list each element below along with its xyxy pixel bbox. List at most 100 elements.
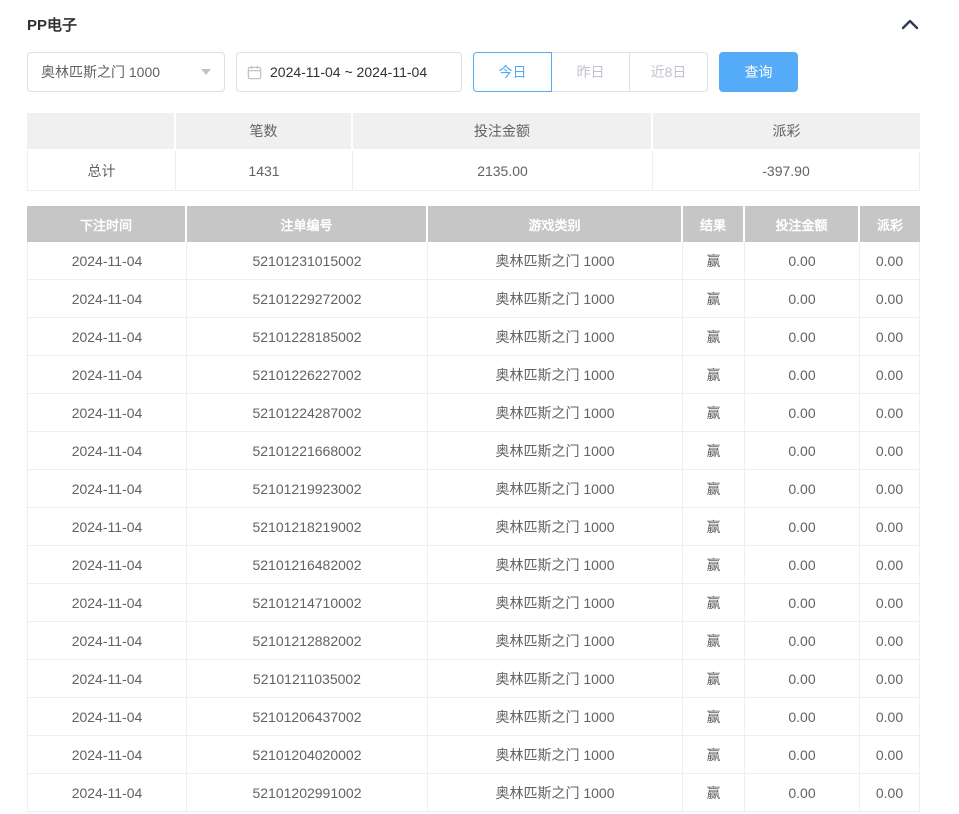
cell-bet-amount: 0.00 bbox=[745, 280, 860, 318]
table-row: 2024-11-04 52101202991002 奥林匹斯之门 1000 赢 … bbox=[27, 774, 920, 812]
header-bet-time: 下注时间 bbox=[27, 206, 187, 242]
cell-payout: 0.00 bbox=[860, 584, 920, 622]
summary-header-bet-amount: 投注金额 bbox=[353, 113, 653, 151]
cell-bet-time: 2024-11-04 bbox=[27, 432, 187, 470]
cell-game-category: 奥林匹斯之门 1000 bbox=[428, 470, 683, 508]
cell-bet-amount: 0.00 bbox=[745, 318, 860, 356]
cell-bet-time: 2024-11-04 bbox=[27, 546, 187, 584]
cell-game-category: 奥林匹斯之门 1000 bbox=[428, 356, 683, 394]
header-bet-amount: 投注金额 bbox=[745, 206, 860, 242]
today-button[interactable]: 今日 bbox=[473, 52, 552, 92]
cell-bet-time: 2024-11-04 bbox=[27, 508, 187, 546]
cell-bet-amount: 0.00 bbox=[745, 584, 860, 622]
cell-result: 赢 bbox=[683, 432, 745, 470]
cell-payout: 0.00 bbox=[860, 508, 920, 546]
cell-bet-amount: 0.00 bbox=[745, 774, 860, 812]
cell-order-no: 52101218219002 bbox=[187, 508, 428, 546]
cell-order-no: 52101228185002 bbox=[187, 318, 428, 356]
cell-order-no: 52101206437002 bbox=[187, 698, 428, 736]
cell-game-category: 奥林匹斯之门 1000 bbox=[428, 774, 683, 812]
calendar-icon bbox=[247, 65, 262, 80]
cell-game-category: 奥林匹斯之门 1000 bbox=[428, 394, 683, 432]
cell-result: 赢 bbox=[683, 242, 745, 280]
table-row: 2024-11-04 52101231015002 奥林匹斯之门 1000 赢 … bbox=[27, 242, 920, 280]
yesterday-button[interactable]: 昨日 bbox=[551, 52, 630, 92]
cell-game-category: 奥林匹斯之门 1000 bbox=[428, 736, 683, 774]
pp-electronic-panel: PP电子 奥林匹斯之门 1000 2024-11-04 ~ 2024-11-04… bbox=[0, 0, 959, 812]
table-row: 2024-11-04 52101211035002 奥林匹斯之门 1000 赢 … bbox=[27, 660, 920, 698]
header-result: 结果 bbox=[683, 206, 745, 242]
cell-payout: 0.00 bbox=[860, 356, 920, 394]
bet-records-table: 下注时间 注单编号 游戏类别 结果 投注金额 派彩 2024-11-04 521… bbox=[27, 206, 920, 812]
cell-order-no: 52101221668002 bbox=[187, 432, 428, 470]
cell-payout: 0.00 bbox=[860, 622, 920, 660]
cell-result: 赢 bbox=[683, 356, 745, 394]
summary-header-row: 笔数 投注金额 派彩 bbox=[27, 113, 920, 151]
cell-result: 赢 bbox=[683, 698, 745, 736]
cell-order-no: 52101204020002 bbox=[187, 736, 428, 774]
cell-payout: 0.00 bbox=[860, 698, 920, 736]
table-row: 2024-11-04 52101219923002 奥林匹斯之门 1000 赢 … bbox=[27, 470, 920, 508]
cell-order-no: 52101224287002 bbox=[187, 394, 428, 432]
cell-bet-time: 2024-11-04 bbox=[27, 470, 187, 508]
game-select[interactable]: 奥林匹斯之门 1000 bbox=[27, 52, 225, 92]
chevron-down-icon bbox=[201, 69, 211, 75]
cell-bet-amount: 0.00 bbox=[745, 432, 860, 470]
cell-payout: 0.00 bbox=[860, 736, 920, 774]
cell-payout: 0.00 bbox=[860, 774, 920, 812]
header-payout: 派彩 bbox=[860, 206, 920, 242]
summary-total-bet-amount: 2135.00 bbox=[353, 151, 653, 191]
summary-table: 笔数 投注金额 派彩 总计 1431 2135.00 -397.90 bbox=[27, 113, 920, 191]
cell-result: 赢 bbox=[683, 736, 745, 774]
cell-payout: 0.00 bbox=[860, 242, 920, 280]
table-row: 2024-11-04 52101214710002 奥林匹斯之门 1000 赢 … bbox=[27, 584, 920, 622]
table-header-row: 下注时间 注单编号 游戏类别 结果 投注金额 派彩 bbox=[27, 206, 920, 242]
cell-order-no: 52101226227002 bbox=[187, 356, 428, 394]
cell-payout: 0.00 bbox=[860, 394, 920, 432]
cell-result: 赢 bbox=[683, 546, 745, 584]
cell-result: 赢 bbox=[683, 470, 745, 508]
cell-order-no: 52101219923002 bbox=[187, 470, 428, 508]
last-8-days-button[interactable]: 近8日 bbox=[629, 52, 708, 92]
cell-game-category: 奥林匹斯之门 1000 bbox=[428, 280, 683, 318]
cell-bet-time: 2024-11-04 bbox=[27, 774, 187, 812]
cell-payout: 0.00 bbox=[860, 432, 920, 470]
cell-payout: 0.00 bbox=[860, 318, 920, 356]
chevron-up-icon bbox=[900, 19, 920, 34]
cell-result: 赢 bbox=[683, 508, 745, 546]
panel-header: PP电子 bbox=[27, 13, 920, 35]
cell-bet-time: 2024-11-04 bbox=[27, 584, 187, 622]
cell-game-category: 奥林匹斯之门 1000 bbox=[428, 508, 683, 546]
cell-result: 赢 bbox=[683, 622, 745, 660]
page-title: PP电子 bbox=[27, 14, 77, 35]
cell-order-no: 52101214710002 bbox=[187, 584, 428, 622]
cell-bet-time: 2024-11-04 bbox=[27, 622, 187, 660]
cell-bet-amount: 0.00 bbox=[745, 660, 860, 698]
cell-order-no: 52101231015002 bbox=[187, 242, 428, 280]
filter-bar: 奥林匹斯之门 1000 2024-11-04 ~ 2024-11-04 今日 昨… bbox=[27, 52, 920, 92]
cell-bet-amount: 0.00 bbox=[745, 356, 860, 394]
collapse-button[interactable] bbox=[900, 17, 920, 31]
cell-payout: 0.00 bbox=[860, 470, 920, 508]
header-order-no: 注单编号 bbox=[187, 206, 428, 242]
cell-bet-time: 2024-11-04 bbox=[27, 736, 187, 774]
cell-result: 赢 bbox=[683, 774, 745, 812]
query-button[interactable]: 查询 bbox=[719, 52, 798, 92]
summary-total-row: 总计 1431 2135.00 -397.90 bbox=[27, 151, 920, 191]
table-row: 2024-11-04 52101229272002 奥林匹斯之门 1000 赢 … bbox=[27, 280, 920, 318]
cell-game-category: 奥林匹斯之门 1000 bbox=[428, 242, 683, 280]
table-row: 2024-11-04 52101216482002 奥林匹斯之门 1000 赢 … bbox=[27, 546, 920, 584]
table-row: 2024-11-04 52101224287002 奥林匹斯之门 1000 赢 … bbox=[27, 394, 920, 432]
cell-bet-amount: 0.00 bbox=[745, 736, 860, 774]
cell-order-no: 52101202991002 bbox=[187, 774, 428, 812]
summary-header-empty bbox=[27, 113, 176, 151]
game-select-value: 奥林匹斯之门 1000 bbox=[41, 62, 160, 82]
summary-total-label: 总计 bbox=[27, 151, 176, 191]
cell-bet-amount: 0.00 bbox=[745, 622, 860, 660]
cell-bet-time: 2024-11-04 bbox=[27, 242, 187, 280]
cell-bet-amount: 0.00 bbox=[745, 546, 860, 584]
cell-result: 赢 bbox=[683, 394, 745, 432]
cell-bet-time: 2024-11-04 bbox=[27, 394, 187, 432]
summary-total-count: 1431 bbox=[176, 151, 353, 191]
date-range-input[interactable]: 2024-11-04 ~ 2024-11-04 bbox=[236, 52, 462, 92]
